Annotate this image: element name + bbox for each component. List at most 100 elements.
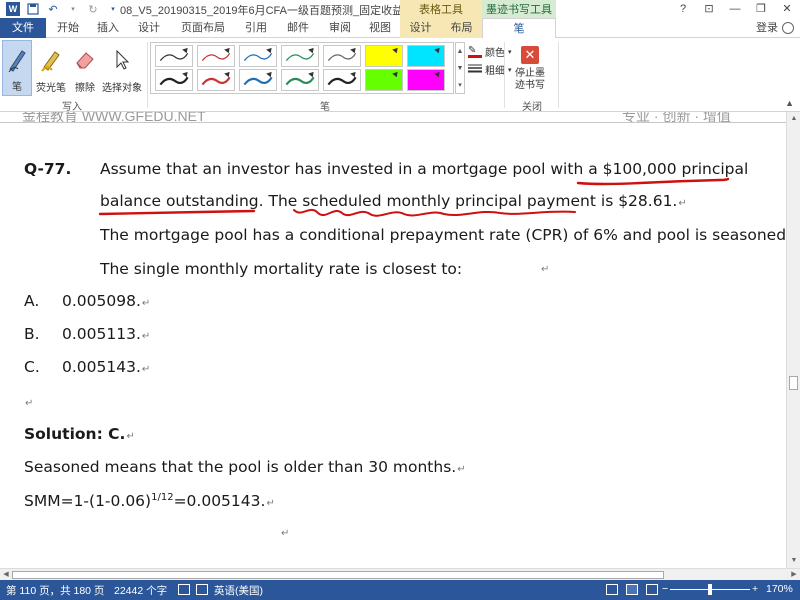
- undo-icon[interactable]: ↶: [46, 2, 60, 16]
- pen-style-9[interactable]: [281, 69, 319, 91]
- minimize-icon[interactable]: —: [722, 0, 748, 18]
- ribbon-tabs: 文件 开始 插入 设计 页面布局 引用 邮件 审阅 视图 设计 布局 笔 登录: [0, 18, 800, 39]
- highlighter-magenta[interactable]: [407, 69, 445, 91]
- feedback-smiley-icon[interactable]: [782, 22, 794, 34]
- web-layout-icon[interactable]: [646, 584, 658, 595]
- word-count[interactable]: 22442 个字: [114, 583, 167, 598]
- page-count[interactable]: 第 110 页，共 180 页: [6, 583, 104, 598]
- scroll-up-arrow-icon[interactable]: ▲: [787, 112, 800, 126]
- tab-home[interactable]: 开始: [48, 18, 88, 38]
- option-c-letter: C.: [24, 358, 40, 376]
- tab-table-layout[interactable]: 布局: [441, 18, 482, 38]
- language-indicator[interactable]: 英语(美国): [214, 583, 263, 598]
- highlighter-button[interactable]: 荧光笔: [34, 40, 68, 96]
- group-separator: [558, 42, 559, 108]
- vertical-scrollbar[interactable]: ▲ ▼: [786, 112, 800, 568]
- status-bar: 第 110 页，共 180 页 22442 个字 英语(美国) − + 170%: [0, 580, 800, 600]
- option-a-value: 0.005098.↵: [62, 292, 150, 310]
- zoom-level[interactable]: 170%: [766, 583, 793, 595]
- context-header-ink-tools: 墨迹书写工具: [482, 0, 556, 18]
- tab-mailings[interactable]: 邮件: [278, 18, 318, 38]
- paragraph-mark: ↵: [141, 298, 151, 309]
- document-canvas[interactable]: 金程教育 WWW.GFEDU.NET 专业 · 创新 · 增值 Q-77. As…: [0, 112, 786, 568]
- question-line-3: The mortgage pool has a conditional prep…: [100, 226, 786, 244]
- restore-icon[interactable]: ❐: [748, 0, 774, 18]
- tab-insert[interactable]: 插入: [88, 18, 128, 38]
- save-icon[interactable]: [26, 2, 40, 16]
- highlighter-yellow[interactable]: [365, 45, 403, 67]
- tab-references[interactable]: 引用: [236, 18, 276, 38]
- help-icon[interactable]: ?: [670, 0, 696, 18]
- horizontal-scroll-thumb[interactable]: [12, 571, 664, 579]
- macro-record-icon[interactable]: [196, 584, 208, 595]
- pen-style-3[interactable]: [239, 45, 277, 67]
- option-c-text: 0.005143.: [62, 358, 141, 376]
- tab-file[interactable]: 文件: [0, 18, 46, 38]
- option-b-letter: B.: [24, 325, 40, 343]
- pen-style-5[interactable]: [323, 45, 361, 67]
- tab-pen[interactable]: 笔: [482, 18, 556, 39]
- redo-icon[interactable]: ↻: [86, 2, 100, 16]
- pen-style-7[interactable]: [197, 69, 235, 91]
- pen-color-label: 颜色: [485, 48, 505, 59]
- pen-style-10[interactable]: [323, 69, 361, 91]
- login-link[interactable]: 登录: [756, 18, 778, 38]
- read-mode-icon[interactable]: [606, 584, 618, 595]
- highlighter-cyan[interactable]: [407, 45, 445, 67]
- select-objects-button[interactable]: 选择对象: [100, 40, 144, 96]
- tab-view[interactable]: 视图: [360, 18, 400, 38]
- stop-inking-button[interactable]: ✕ 停止墨迹书写: [506, 40, 554, 96]
- horizontal-scrollbar[interactable]: ◀ ▶: [0, 568, 800, 580]
- tab-page-layout[interactable]: 页面布局: [172, 18, 234, 38]
- window-controls: ? ⊡ — ❐ ✕: [670, 0, 800, 18]
- stop-inking-label: 停止墨迹书写: [515, 68, 545, 91]
- question-line-1: Assume that an investor has invested in …: [100, 160, 749, 178]
- highlighter-green[interactable]: [365, 69, 403, 91]
- tab-review[interactable]: 审阅: [320, 18, 360, 38]
- zoom-out-button[interactable]: −: [662, 583, 668, 595]
- pen-style-4[interactable]: [281, 45, 319, 67]
- paragraph-mark: ↵: [141, 364, 151, 375]
- chevron-down-icon[interactable]: ▾: [66, 2, 80, 16]
- word-app-icon[interactable]: W: [6, 2, 20, 16]
- paragraph-mark: ↵: [678, 198, 687, 209]
- paragraph-mark: ↵: [281, 528, 290, 539]
- paragraph-mark: ↵: [266, 498, 275, 510]
- eraser-button[interactable]: 擦除: [70, 40, 100, 96]
- tab-design[interactable]: 设计: [128, 18, 170, 38]
- zoom-slider-thumb[interactable]: [708, 584, 712, 595]
- document-title: 08_V5_20190315_2019年6月CFA一级百题预测_固定收益（授..…: [120, 5, 435, 17]
- quick-access-toolbar: W ↶ ▾ ↻ ▾: [0, 0, 120, 18]
- zoom-in-button[interactable]: +: [752, 583, 758, 595]
- question-line-2: balance outstanding. The scheduled month…: [100, 192, 687, 210]
- pen-button[interactable]: 笔: [2, 40, 32, 96]
- collapse-ribbon-icon[interactable]: ▲: [785, 98, 794, 108]
- print-layout-icon[interactable]: [626, 584, 638, 595]
- paragraph-mark: ↵: [141, 331, 151, 342]
- customize-qat-icon[interactable]: ▾: [106, 2, 120, 16]
- write-group-label: 写入: [62, 102, 82, 113]
- proofing-icon[interactable]: [178, 584, 190, 595]
- smm-exponent: 1/12: [151, 492, 174, 503]
- smm-formula-start: SMM=1-(1-0.06): [24, 492, 152, 511]
- pen-group-label: 笔: [320, 102, 330, 113]
- highlighter-icon: [39, 40, 63, 79]
- stop-icon: ✕: [521, 46, 539, 64]
- pen-style-1[interactable]: [155, 45, 193, 67]
- ribbon-display-icon[interactable]: ⊡: [696, 0, 722, 18]
- pen-style-8[interactable]: [239, 69, 277, 91]
- header-rule: [0, 122, 786, 123]
- pen-style-2[interactable]: [197, 45, 235, 67]
- solution-label: Solution: C.↵: [24, 425, 135, 443]
- question-number: Q-77.: [24, 160, 72, 178]
- eraser-button-label: 擦除: [75, 83, 95, 94]
- question-line-2-text: balance outstanding. The scheduled month…: [100, 192, 678, 210]
- pens-gallery-scroll[interactable]: ▲ ▼ ▾: [455, 42, 465, 94]
- vertical-scroll-thumb[interactable]: [789, 376, 798, 390]
- scroll-down-arrow-icon[interactable]: ▼: [787, 554, 800, 568]
- tab-table-design[interactable]: 设计: [400, 18, 441, 38]
- pen-style-6[interactable]: [155, 69, 193, 91]
- highlighter-button-label: 荧光笔: [36, 83, 66, 94]
- close-icon[interactable]: ✕: [774, 0, 800, 18]
- option-b-value: 0.005113.↵: [62, 325, 150, 343]
